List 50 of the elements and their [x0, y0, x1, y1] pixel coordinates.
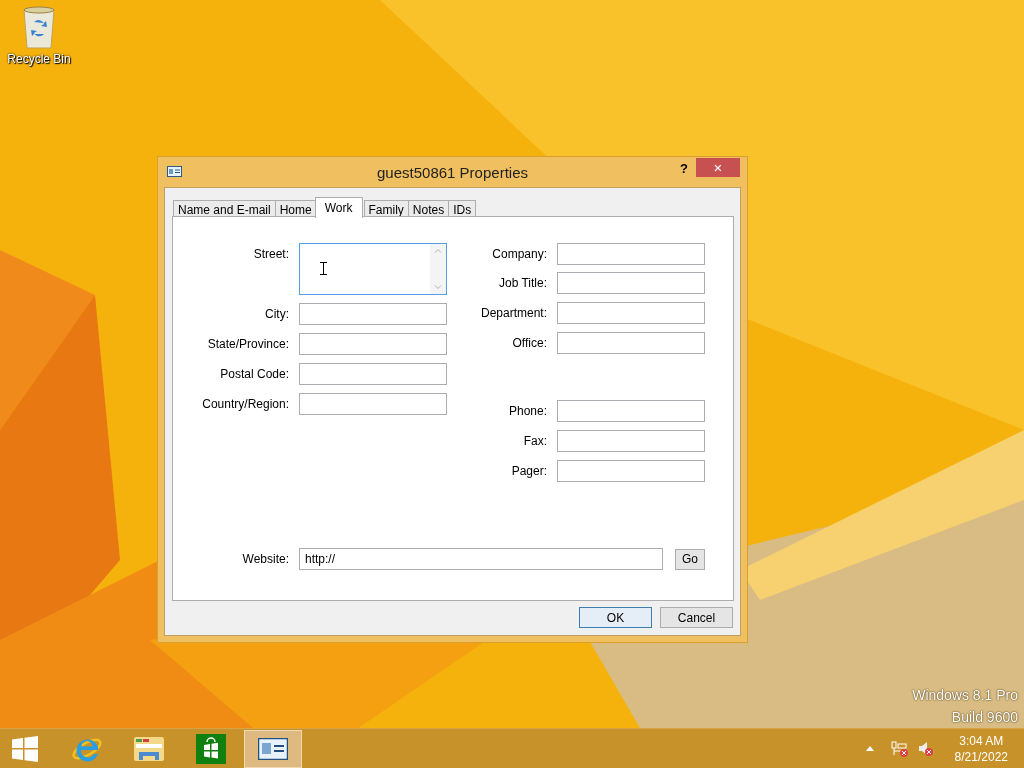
field-label: Job Title: [497, 275, 547, 290]
help-button[interactable]: ? [680, 161, 688, 176]
field-label: Pager: [510, 463, 547, 478]
network-error-icon[interactable] [890, 740, 909, 757]
dialog-button[interactable]: OK [579, 607, 652, 628]
input-field[interactable] [557, 302, 705, 324]
input-field[interactable] [299, 363, 447, 385]
input-field[interactable] [557, 332, 705, 354]
store-icon [196, 733, 226, 764]
recycle-bin-icon[interactable] [22, 6, 56, 50]
input-field[interactable] [557, 400, 705, 422]
contact-card-icon [258, 737, 288, 760]
field-label: Department: [479, 305, 547, 320]
input-field[interactable] [557, 460, 705, 482]
os-version-text: Windows 8.1 Pro [912, 686, 1018, 705]
go-button[interactable]: Go [675, 548, 705, 570]
input-field[interactable]: http:// [299, 548, 663, 570]
speaker-muted-icon[interactable] [917, 740, 934, 757]
field-label: Street: [252, 246, 289, 261]
input-field[interactable] [299, 333, 447, 355]
contact-card-icon [167, 166, 182, 180]
os-version-text: Build 9600 [951, 708, 1018, 727]
scroll-up-icon[interactable] [434, 248, 442, 253]
dialog-button[interactable]: Cancel [660, 607, 733, 628]
window-title: guest50861 Properties [377, 164, 528, 181]
field-label: City: [264, 306, 289, 321]
field-label: Fax: [522, 433, 547, 448]
input-field[interactable] [557, 272, 705, 294]
field-label: Country/Region: [201, 396, 289, 411]
tab[interactable]: Work [314, 197, 363, 218]
field-label: Website: [241, 552, 289, 566]
folder-icon [133, 734, 165, 763]
input-field[interactable] [299, 303, 447, 325]
field-label: Office: [511, 335, 547, 350]
input-field[interactable] [299, 393, 447, 415]
close-button[interactable]: × [696, 158, 740, 177]
field-label: Company: [491, 246, 547, 261]
field-label: Postal Code: [219, 366, 289, 381]
field-label: State/Province: [206, 336, 289, 351]
text-area[interactable] [299, 243, 447, 295]
start-icon [12, 735, 38, 762]
text-cursor-icon [320, 262, 327, 275]
clock-time: 3:04 AM [959, 732, 1004, 749]
input-field[interactable] [557, 430, 705, 452]
show-hidden-icons-icon[interactable] [865, 746, 874, 751]
clock-date: 8/21/2022 [954, 748, 1008, 765]
taskbar-button[interactable] [244, 729, 302, 768]
input-field[interactable] [557, 243, 705, 265]
scroll-down-icon[interactable] [434, 285, 442, 290]
field-label: Phone: [507, 403, 547, 418]
